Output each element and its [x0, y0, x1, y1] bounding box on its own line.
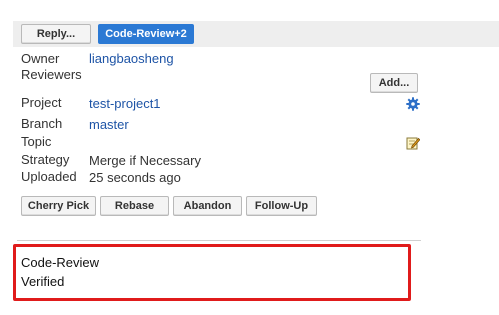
gear-icon[interactable]: [406, 97, 420, 111]
follow-up-button[interactable]: Follow-Up: [246, 196, 317, 216]
rebase-button[interactable]: Rebase: [100, 196, 169, 216]
project-label: Project: [21, 95, 62, 110]
topic-label: Topic: [21, 134, 52, 149]
strategy-label: Strategy: [21, 152, 70, 167]
code-review-plus2-button[interactable]: Code-Review+2: [98, 24, 194, 44]
owner-link[interactable]: liangbaosheng: [89, 51, 174, 67]
strategy-value: Merge if Necessary: [89, 153, 201, 168]
section-divider: [17, 240, 421, 241]
uploaded-label: Uploaded: [21, 169, 77, 184]
cherry-pick-button[interactable]: Cherry Pick: [21, 196, 96, 216]
label-verified: Verified: [21, 274, 65, 289]
reply-button[interactable]: Reply...: [21, 24, 91, 44]
branch-label: Branch: [21, 116, 63, 131]
project-link[interactable]: test-project1: [89, 96, 161, 112]
add-reviewer-button[interactable]: Add...: [370, 73, 418, 93]
labels-highlight-box: [13, 244, 411, 301]
edit-icon[interactable]: [406, 136, 421, 150]
label-code-review: Code-Review: [21, 255, 100, 270]
branch-link[interactable]: master: [89, 117, 129, 133]
owner-label: Owner: [21, 51, 60, 66]
uploaded-value: 25 seconds ago: [89, 170, 181, 185]
reviewers-label: Reviewers: [21, 67, 82, 82]
abandon-button[interactable]: Abandon: [173, 196, 242, 216]
